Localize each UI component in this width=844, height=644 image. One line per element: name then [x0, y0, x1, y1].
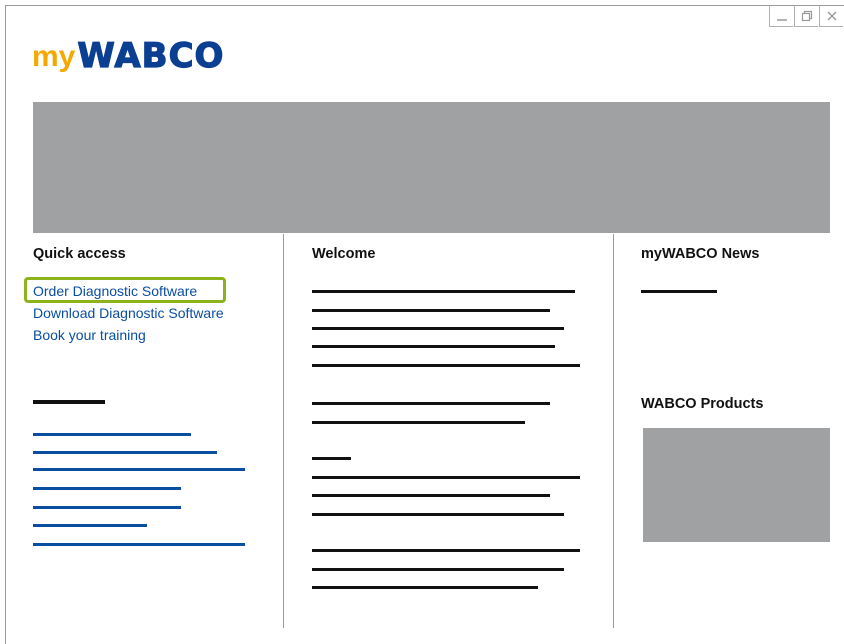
restore-button[interactable]	[794, 5, 818, 27]
text-line-placeholder	[312, 494, 550, 497]
product-image-placeholder[interactable]	[643, 428, 830, 542]
mywabco-logo[interactable]: my WABCO	[32, 36, 225, 76]
text-line-placeholder	[312, 364, 580, 367]
text-line-placeholder	[312, 549, 580, 552]
link-order-diagnostic-software[interactable]: Order Diagnostic Software	[33, 283, 197, 299]
text-line-placeholder	[312, 345, 555, 348]
text-line-placeholder	[312, 327, 564, 330]
text-line-placeholder	[312, 457, 351, 460]
banner-image-placeholder	[33, 102, 830, 233]
welcome-heading: Welcome	[312, 246, 376, 262]
link-book-training[interactable]: Book your training	[33, 327, 146, 343]
minimize-button[interactable]	[769, 5, 793, 27]
text-line-placeholder	[312, 290, 575, 293]
minimize-icon	[776, 18, 787, 21]
logo-prefix: my	[32, 40, 76, 73]
text-line-placeholder	[312, 402, 550, 405]
logo-name: WABCO	[77, 36, 225, 76]
link-placeholder[interactable]	[33, 468, 245, 471]
link-placeholder[interactable]	[33, 451, 217, 454]
restore-icon	[801, 10, 812, 21]
column-divider-left	[283, 234, 284, 628]
section-heading-placeholder	[33, 400, 105, 404]
news-item-placeholder[interactable]	[641, 290, 717, 293]
text-line-placeholder	[312, 476, 580, 479]
text-line-placeholder	[312, 568, 564, 571]
text-line-placeholder	[312, 421, 525, 424]
link-placeholder[interactable]	[33, 433, 191, 436]
text-line-placeholder	[312, 513, 564, 516]
link-placeholder[interactable]	[33, 543, 245, 546]
link-placeholder[interactable]	[33, 506, 181, 509]
text-line-placeholder	[312, 586, 538, 589]
quick-access-heading: Quick access	[33, 246, 126, 262]
link-placeholder[interactable]	[33, 487, 181, 490]
link-download-diagnostic-software[interactable]: Download Diagnostic Software	[33, 305, 224, 321]
link-placeholder[interactable]	[33, 524, 147, 527]
close-icon	[827, 11, 836, 20]
products-heading: WABCO Products	[641, 396, 764, 412]
news-heading: myWABCO News	[641, 246, 760, 262]
column-divider-right	[613, 234, 614, 628]
close-button[interactable]	[819, 5, 843, 27]
text-line-placeholder	[312, 309, 550, 312]
